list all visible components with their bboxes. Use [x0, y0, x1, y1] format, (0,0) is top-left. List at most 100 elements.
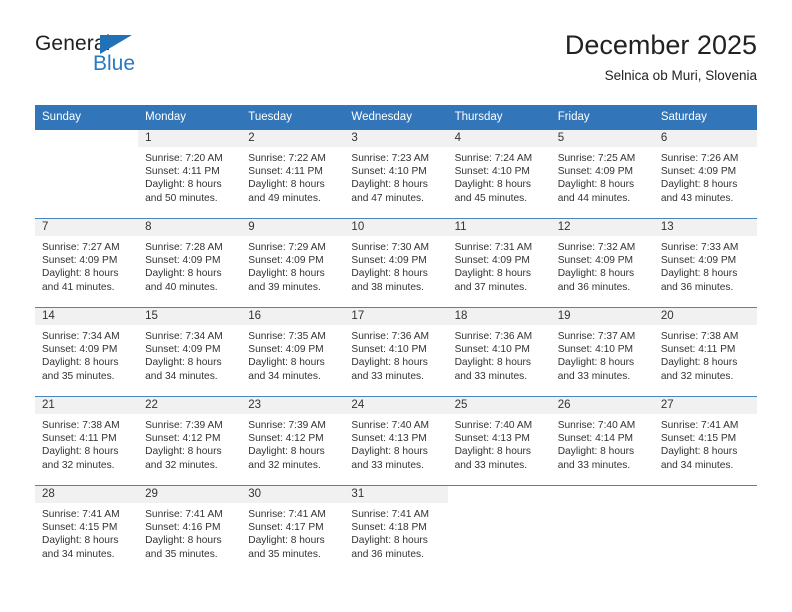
day-cell[interactable]: 31 Sunrise: 7:41 AM Sunset: 4:18 PM Dayligh… [344, 486, 448, 574]
daylight-text-line2: and 34 minutes. [42, 548, 115, 560]
calendar-cell: 20 Sunrise: 7:38 AM Sunset: 4:11 PM Dayligh… [653, 307, 757, 397]
day-sun-info: Sunrise: 7:41 AM Sunset: 4:15 PM Daylight:… [654, 414, 757, 472]
day-sun-info: Sunrise: 7:34 AM Sunset: 4:09 PM Daylight:… [35, 325, 138, 383]
sunset-text: Sunset: 4:09 PM [42, 255, 118, 267]
day-cell[interactable]: 15 Sunrise: 7:34 AM Sunset: 4:09 PM Dayligh… [138, 308, 242, 396]
daylight-text-line1: Daylight: 8 hours [145, 535, 222, 547]
sunset-text: Sunset: 4:13 PM [454, 433, 530, 445]
day-cell-empty [654, 486, 757, 574]
calendar-cell: 3 Sunrise: 7:23 AM Sunset: 4:10 PM Daylight… [344, 130, 448, 219]
day-sun-info: Sunrise: 7:41 AM Sunset: 4:15 PM Daylight:… [35, 503, 138, 561]
daylight-text-line2: and 33 minutes. [454, 370, 528, 382]
calendar-cell: 22 Sunrise: 7:39 AM Sunset: 4:12 PM Dayligh… [138, 396, 242, 486]
daylight-text-line2: and 34 minutes. [248, 370, 321, 382]
day-number [654, 486, 757, 503]
day-number: 3 [344, 130, 448, 147]
sunrise-text: Sunrise: 7:32 AM [557, 242, 636, 253]
daylight-text-line2: and 34 minutes. [660, 459, 734, 471]
day-cell[interactable]: 12 Sunrise: 7:32 AM Sunset: 4:09 PM Dayligh… [550, 219, 654, 307]
daylight-text-line2: and 40 minutes. [145, 281, 218, 293]
daylight-text-line1: Daylight: 8 hours [557, 179, 635, 191]
calendar-cell: 21 Sunrise: 7:38 AM Sunset: 4:11 PM Dayligh… [35, 396, 139, 486]
day-cell[interactable]: 2 Sunrise: 7:22 AM Sunset: 4:11 PM Daylight… [241, 130, 345, 218]
day-cell[interactable]: 13 Sunrise: 7:33 AM Sunset: 4:09 PM Dayligh… [653, 219, 757, 307]
daylight-text-line2: and 35 minutes. [42, 370, 115, 382]
day-cell[interactable]: 30 Sunrise: 7:41 AM Sunset: 4:17 PM Dayligh… [241, 486, 345, 574]
day-sun-info: Sunrise: 7:22 AM Sunset: 4:11 PM Daylight:… [241, 147, 344, 205]
day-cell[interactable]: 18 Sunrise: 7:36 AM Sunset: 4:10 PM Dayligh… [447, 308, 551, 396]
general-blue-logo[interactable]: General Blue [35, 32, 255, 88]
day-sun-info: Sunrise: 7:26 AM Sunset: 4:09 PM Daylight:… [654, 147, 757, 205]
daylight-text-line1: Daylight: 8 hours [557, 446, 635, 458]
calendar-cell: 16 Sunrise: 7:35 AM Sunset: 4:09 PM Dayligh… [241, 307, 345, 397]
daylight-text-line1: Daylight: 8 hours [351, 535, 428, 547]
sunset-text: Sunset: 4:09 PM [557, 255, 634, 267]
day-cell[interactable]: 25 Sunrise: 7:40 AM Sunset: 4:13 PM Dayligh… [447, 397, 551, 485]
sunset-text: Sunset: 4:09 PM [145, 344, 221, 356]
sunset-text: Sunset: 4:18 PM [351, 522, 427, 534]
day-cell[interactable]: 16 Sunrise: 7:35 AM Sunset: 4:09 PM Dayligh… [241, 308, 345, 396]
day-number: 4 [447, 130, 551, 147]
day-cell[interactable]: 22 Sunrise: 7:39 AM Sunset: 4:12 PM Dayligh… [138, 397, 242, 485]
day-cell[interactable]: 17 Sunrise: 7:36 AM Sunset: 4:10 PM Dayligh… [344, 308, 448, 396]
day-number: 8 [138, 219, 242, 236]
daylight-text-line1: Daylight: 8 hours [454, 446, 532, 458]
day-number: 26 [550, 397, 654, 414]
sunrise-text: Sunrise: 7:35 AM [248, 331, 326, 342]
sunset-text: Sunset: 4:11 PM [145, 166, 220, 178]
day-number [551, 486, 654, 503]
day-cell[interactable]: 9 Sunrise: 7:29 AM Sunset: 4:09 PM Daylight… [241, 219, 345, 307]
day-cell[interactable]: 29 Sunrise: 7:41 AM Sunset: 4:16 PM Dayligh… [138, 486, 242, 574]
sunset-text: Sunset: 4:12 PM [248, 433, 324, 445]
sunrise-text: Sunrise: 7:28 AM [145, 242, 223, 253]
daylight-text-line2: and 49 minutes. [248, 192, 321, 204]
daylight-text-line1: Daylight: 8 hours [145, 179, 222, 191]
day-cell[interactable]: 8 Sunrise: 7:28 AM Sunset: 4:09 PM Daylight… [138, 219, 242, 307]
calendar-cell: 9 Sunrise: 7:29 AM Sunset: 4:09 PM Daylight… [241, 218, 345, 308]
sunset-text: Sunset: 4:16 PM [145, 522, 221, 534]
day-cell[interactable]: 20 Sunrise: 7:38 AM Sunset: 4:11 PM Dayligh… [653, 308, 757, 396]
day-cell[interactable]: 27 Sunrise: 7:41 AM Sunset: 4:15 PM Dayligh… [653, 397, 757, 485]
day-cell[interactable]: 7 Sunrise: 7:27 AM Sunset: 4:09 PM Daylight… [35, 219, 139, 307]
page-subtitle: Selnica ob Muri, Slovenia [604, 68, 757, 83]
day-cell[interactable]: 21 Sunrise: 7:38 AM Sunset: 4:11 PM Dayligh… [35, 397, 139, 485]
day-cell[interactable]: 14 Sunrise: 7:34 AM Sunset: 4:09 PM Dayligh… [35, 308, 139, 396]
sunset-text: Sunset: 4:11 PM [42, 433, 117, 445]
day-cell[interactable]: 23 Sunrise: 7:39 AM Sunset: 4:12 PM Dayligh… [241, 397, 345, 485]
daylight-text-line2: and 47 minutes. [351, 192, 424, 204]
daylight-text-line2: and 33 minutes. [454, 459, 528, 471]
day-sun-info: Sunrise: 7:40 AM Sunset: 4:14 PM Daylight:… [551, 414, 654, 472]
sunset-text: Sunset: 4:09 PM [660, 255, 737, 267]
daylight-text-line2: and 39 minutes. [248, 281, 321, 293]
sunset-text: Sunset: 4:13 PM [351, 433, 427, 445]
day-sun-info: Sunrise: 7:20 AM Sunset: 4:11 PM Daylight:… [138, 147, 241, 205]
calendar-cell: 26 Sunrise: 7:40 AM Sunset: 4:14 PM Dayligh… [550, 396, 654, 486]
day-sun-info: Sunrise: 7:30 AM Sunset: 4:09 PM Daylight:… [344, 236, 447, 294]
day-cell[interactable]: 10 Sunrise: 7:30 AM Sunset: 4:09 PM Dayligh… [344, 219, 448, 307]
title-block: December 2025 Selnica ob Muri, Slovenia [565, 28, 757, 86]
logo-text-blue: Blue [93, 52, 136, 75]
day-cell[interactable]: 5 Sunrise: 7:25 AM Sunset: 4:09 PM Daylight… [550, 130, 654, 218]
day-cell[interactable]: 11 Sunrise: 7:31 AM Sunset: 4:09 PM Dayligh… [447, 219, 551, 307]
sunrise-text: Sunrise: 7:36 AM [351, 331, 430, 342]
day-cell[interactable]: 1 Sunrise: 7:20 AM Sunset: 4:11 PM Daylight… [138, 130, 242, 218]
sunrise-text: Sunrise: 7:31 AM [454, 242, 533, 253]
daylight-text-line1: Daylight: 8 hours [248, 179, 325, 191]
daylight-text-line2: and 34 minutes. [145, 370, 218, 382]
day-cell[interactable]: 4 Sunrise: 7:24 AM Sunset: 4:10 PM Daylight… [447, 130, 551, 218]
day-cell[interactable]: 26 Sunrise: 7:40 AM Sunset: 4:14 PM Dayligh… [550, 397, 654, 485]
day-cell[interactable]: 6 Sunrise: 7:26 AM Sunset: 4:09 PM Daylight… [653, 130, 757, 218]
daylight-text-line1: Daylight: 8 hours [351, 268, 428, 280]
sunrise-text: Sunrise: 7:20 AM [145, 153, 223, 164]
day-cell[interactable]: 19 Sunrise: 7:37 AM Sunset: 4:10 PM Dayligh… [550, 308, 654, 396]
sunset-text: Sunset: 4:12 PM [145, 433, 221, 445]
day-cell[interactable]: 3 Sunrise: 7:23 AM Sunset: 4:10 PM Daylight… [344, 130, 448, 218]
weekday-header-wednesday: Wednesday [344, 105, 448, 130]
daylight-text-line2: and 50 minutes. [145, 192, 218, 204]
daylight-text-line2: and 32 minutes. [248, 459, 321, 471]
day-number: 23 [241, 397, 345, 414]
sunrise-text: Sunrise: 7:26 AM [660, 153, 739, 164]
day-cell[interactable]: 24 Sunrise: 7:40 AM Sunset: 4:13 PM Dayligh… [344, 397, 448, 485]
calendar-cell: 29 Sunrise: 7:41 AM Sunset: 4:16 PM Dayligh… [138, 485, 242, 574]
day-cell[interactable]: 28 Sunrise: 7:41 AM Sunset: 4:15 PM Dayligh… [35, 486, 139, 574]
